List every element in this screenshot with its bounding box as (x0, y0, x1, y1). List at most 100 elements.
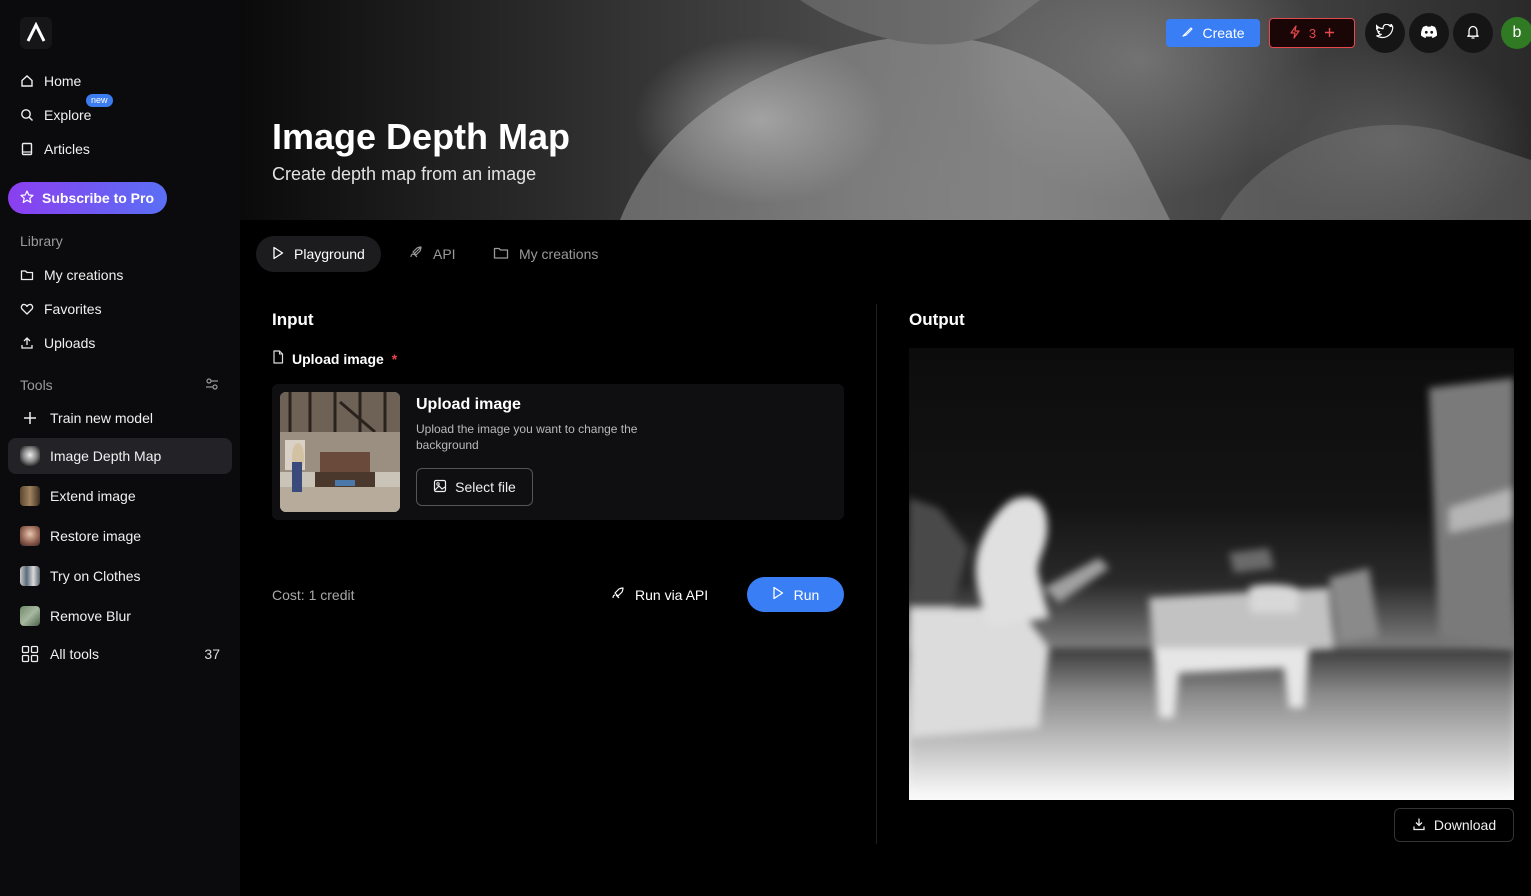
try-on-clothes-thumbnail (20, 566, 40, 586)
create-label: Create (1202, 25, 1245, 41)
upload-card-title: Upload image (416, 396, 521, 413)
run-via-api-button[interactable]: Run via API (610, 586, 708, 604)
tab-my-creations-label: My creations (519, 246, 599, 262)
nav-home[interactable]: Home (20, 70, 81, 92)
page-subtitle: Create depth map from an image (272, 164, 537, 184)
library-uploads-label: Uploads (44, 335, 96, 351)
upload-field-text: Upload image (292, 350, 384, 367)
tab-api[interactable]: API (392, 236, 472, 272)
credits-button[interactable]: 3 (1269, 18, 1355, 48)
sidebar: Home Explore new Articles Subscribe to P… (0, 0, 240, 896)
nav-home-label: Home (44, 73, 82, 89)
twitter-icon (1375, 23, 1394, 43)
extend-image-thumbnail (20, 486, 40, 506)
depth-map-thumbnail (20, 446, 40, 466)
page-title: Image Depth Map (272, 116, 571, 157)
folder-icon (20, 268, 34, 282)
input-heading: Input (272, 310, 314, 329)
panel-divider (876, 304, 877, 844)
tab-playground-label: Playground (294, 246, 365, 262)
download-button[interactable]: Download (1394, 808, 1514, 842)
create-button[interactable]: Create (1166, 19, 1260, 47)
file-icon (272, 350, 284, 367)
credits-count: 3 (1308, 25, 1317, 41)
brush-icon (1181, 25, 1194, 41)
folder-icon (493, 246, 509, 263)
image-icon (433, 479, 447, 496)
tool-restore-label: Restore image (50, 528, 142, 544)
nav-explore-label: Explore (44, 107, 92, 123)
rocket-icon (408, 245, 423, 263)
tool-image-depth-map[interactable]: Image Depth Map (8, 438, 232, 474)
play-icon (772, 586, 784, 603)
rocket-icon (610, 586, 625, 604)
nav-articles-label: Articles (44, 141, 90, 157)
download-icon (1412, 817, 1426, 834)
tool-depth-label: Image Depth Map (50, 448, 162, 464)
tool-blur-label: Remove Blur (50, 608, 131, 624)
tools-label: Tools (20, 377, 53, 393)
upload-card-description: Upload the image you want to change the … (416, 422, 638, 452)
bell-icon (1465, 24, 1481, 43)
heart-icon (20, 302, 34, 316)
sliders-icon[interactable] (205, 377, 219, 394)
library-my-creations-label: My creations (44, 267, 124, 283)
upload-icon (20, 336, 34, 350)
discord-button[interactable] (1409, 13, 1449, 53)
run-via-api-label: Run via API (635, 587, 709, 603)
tool-all-label: All tools (50, 646, 100, 662)
tab-playground[interactable]: Playground (256, 236, 381, 272)
restore-image-thumbnail (20, 526, 40, 546)
tool-train-new-model[interactable]: Train new model (8, 400, 232, 436)
library-my-creations[interactable]: My creations (20, 264, 123, 286)
new-badge: new (86, 94, 113, 107)
tool-train-label: Train new model (50, 410, 153, 426)
notifications-button[interactable] (1453, 13, 1493, 53)
library-label: Library (20, 233, 63, 249)
library-favorites-label: Favorites (44, 301, 102, 317)
uploaded-image-thumbnail (280, 392, 400, 512)
lightning-icon (1289, 24, 1301, 42)
upload-image-field-label: Upload image * (272, 350, 397, 367)
plus-icon (20, 408, 40, 428)
twitter-button[interactable] (1365, 13, 1405, 53)
nav-explore[interactable]: Explore (20, 104, 91, 126)
cost-label: Cost: 1 credit (272, 587, 355, 603)
tool-extend-image[interactable]: Extend image (8, 478, 232, 514)
select-file-label: Select file (455, 479, 516, 495)
tab-my-creations[interactable]: My creations (477, 236, 614, 272)
required-mark: * (391, 350, 398, 367)
depth-map-output-image (909, 348, 1514, 800)
book-icon (20, 142, 34, 156)
search-icon (20, 108, 34, 122)
user-avatar[interactable]: b (1501, 17, 1531, 49)
library-uploads[interactable]: Uploads (20, 332, 95, 354)
run-label: Run (793, 586, 820, 603)
discord-icon (1420, 25, 1438, 42)
subscribe-pro-label: Subscribe to Pro (42, 190, 155, 206)
download-label: Download (1433, 817, 1497, 833)
logo-icon (26, 22, 46, 42)
tab-api-label: API (433, 246, 456, 262)
tool-tryon-label: Try on Clothes (50, 568, 141, 584)
run-button[interactable]: Run (747, 577, 844, 612)
app-logo[interactable] (20, 17, 52, 49)
upload-card[interactable]: Upload image Upload the image you want t… (272, 384, 844, 520)
tool-remove-blur[interactable]: Remove Blur (8, 598, 232, 634)
remove-blur-thumbnail (20, 606, 40, 626)
home-icon (20, 74, 34, 88)
play-icon (272, 246, 284, 263)
select-file-button[interactable]: Select file (416, 468, 533, 506)
library-favorites[interactable]: Favorites (20, 298, 102, 320)
tools-count: 37 (204, 646, 220, 662)
add-credits-icon (1324, 26, 1335, 41)
output-heading: Output (909, 310, 965, 329)
nav-articles[interactable]: Articles (20, 138, 90, 160)
grid-icon (20, 644, 40, 664)
tool-extend-label: Extend image (50, 488, 136, 504)
tool-try-on-clothes[interactable]: Try on Clothes (8, 558, 232, 594)
tool-restore-image[interactable]: Restore image (8, 518, 232, 554)
tool-all-tools[interactable]: All tools 37 (8, 636, 232, 672)
subscribe-pro-button[interactable]: Subscribe to Pro (8, 182, 167, 214)
star-icon (20, 189, 34, 207)
